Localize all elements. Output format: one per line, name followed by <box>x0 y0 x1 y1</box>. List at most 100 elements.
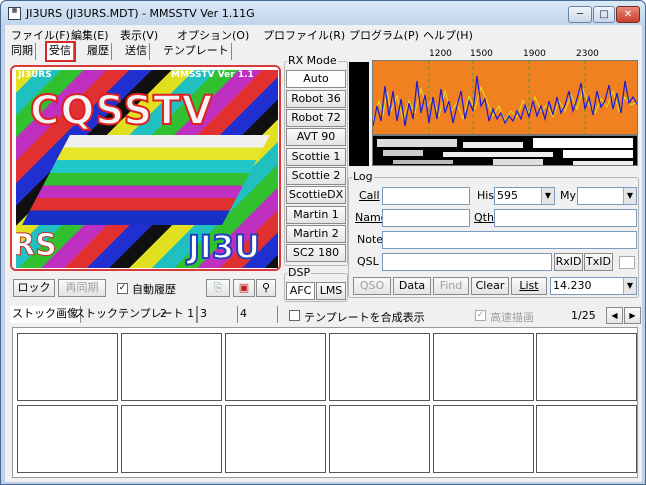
composite-checkbox[interactable] <box>289 310 300 321</box>
menu-edit[interactable]: 編集(E) <box>71 27 109 43</box>
tab-transmit[interactable]: 送信 <box>123 43 150 60</box>
note-label: Note <box>357 233 384 246</box>
main-window: ▦ JI3URS (JI3URS.MDT) - MMSSTV Ver 1.11G… <box>0 0 646 485</box>
chevron-down-icon[interactable]: ▼ <box>623 188 636 204</box>
find-button[interactable]: Find <box>433 277 469 295</box>
lock-button[interactable]: ロック <box>13 279 55 297</box>
level-meter <box>349 62 369 166</box>
freq-1200: 1200 <box>429 49 452 59</box>
composite-label: テンプレートを合成表示 <box>304 311 425 324</box>
stock-cell[interactable] <box>121 333 222 401</box>
stock-cell[interactable] <box>17 405 118 473</box>
qso-button[interactable]: QSO <box>353 277 391 295</box>
chevron-down-icon[interactable]: ▼ <box>623 278 636 294</box>
received-image[interactable]: JI3URS MMSSTV Ver 1.1 CQSSTV RS JI3U <box>16 70 278 268</box>
dsp-label: DSP <box>287 266 312 279</box>
page-indicator: 1/25 <box>571 309 596 322</box>
tab-history[interactable]: 履歴 <box>85 43 112 60</box>
menu-view[interactable]: 表示(V) <box>120 27 158 43</box>
zoom-icon[interactable]: ⚲ <box>256 279 276 297</box>
fast-draw-checkbox[interactable]: ✓ <box>475 310 486 321</box>
mode-avt90[interactable]: AVT 90 <box>286 128 346 146</box>
qth-input[interactable] <box>494 209 637 227</box>
stock-image-grid <box>12 327 638 478</box>
mode-auto[interactable]: Auto <box>286 70 346 88</box>
rbc-checkbox[interactable] <box>619 256 635 269</box>
stock-cell[interactable] <box>433 333 534 401</box>
menu-options[interactable]: オプション(O) <box>177 27 249 43</box>
waterfall[interactable] <box>372 135 638 166</box>
stock-cell[interactable] <box>329 405 430 473</box>
menu-help[interactable]: ヘルプ(H) <box>423 27 473 43</box>
tab-stock-template-3[interactable]: 3 <box>198 306 238 323</box>
clear-button[interactable]: Clear <box>471 277 509 295</box>
next-page-icon[interactable]: ▶ <box>624 307 641 324</box>
mode-scottie1[interactable]: Scottie 1 <box>286 148 346 166</box>
call-label: Call <box>359 189 380 202</box>
stock-cell[interactable] <box>433 405 534 473</box>
tab-stock-template-2[interactable]: 2 <box>158 306 198 323</box>
mode-sc2-180[interactable]: SC2 180 <box>286 244 346 262</box>
stock-cell[interactable] <box>536 405 637 473</box>
frequency-value: 14.230 <box>553 279 592 292</box>
mode-scottie2[interactable]: Scottie 2 <box>286 167 346 185</box>
call-input[interactable] <box>382 187 470 205</box>
mode-martin1[interactable]: Martin 1 <box>286 206 346 224</box>
list-button[interactable]: List <box>511 277 547 295</box>
stock-cell[interactable] <box>121 405 222 473</box>
chevron-down-icon[interactable]: ▼ <box>541 188 554 204</box>
qsl-label: QSL <box>357 255 379 268</box>
my-label: My <box>560 189 577 202</box>
note-input[interactable] <box>382 231 637 249</box>
menu-program[interactable]: プログラム(P) <box>349 27 419 43</box>
lms-button[interactable]: LMS <box>316 282 346 300</box>
freq-2300: 2300 <box>576 49 599 59</box>
app-icon: ▦ <box>8 7 21 20</box>
stock-cell[interactable] <box>17 333 118 401</box>
mode-robot72[interactable]: Robot 72 <box>286 109 346 127</box>
image-rs-text: RS <box>16 228 57 264</box>
image-callsign-small: JI3URS <box>18 70 52 80</box>
menu-bar: ファイル(F) 編集(E) 表示(V) オプション(O) プロファイル(R) プ… <box>5 25 642 42</box>
tab-stock-template-4[interactable]: 4 <box>238 306 278 323</box>
prev-page-icon[interactable]: ◀ <box>606 307 623 324</box>
tab-template[interactable]: テンプレート <box>161 43 232 60</box>
stock-cell[interactable] <box>225 333 326 401</box>
minimize-button[interactable]: ─ <box>568 6 592 23</box>
image-ji3u-text: JI3U <box>187 227 261 267</box>
menu-profile[interactable]: プロファイル(R) <box>263 27 345 43</box>
stock-cell[interactable] <box>536 333 637 401</box>
data-button[interactable]: Data <box>393 277 431 295</box>
mode-scottiedx[interactable]: ScottieDX <box>286 186 346 204</box>
color-bars <box>22 135 270 225</box>
fast-draw-label: 高速描画 <box>490 311 534 324</box>
his-select[interactable]: 595 ▼ <box>494 187 555 205</box>
resync-button[interactable]: 再同期 <box>58 279 106 297</box>
auto-history-label: 自動履歴 <box>132 283 176 296</box>
name-input[interactable] <box>382 209 470 227</box>
tab-sync[interactable]: 同期 <box>9 43 36 60</box>
auto-history-checkbox[interactable]: ✓ <box>117 283 128 294</box>
stock-cell[interactable] <box>329 333 430 401</box>
rxid-button[interactable]: RxID <box>554 253 583 271</box>
palette-icon[interactable]: ▣ <box>233 279 255 297</box>
afc-button[interactable]: AFC <box>286 282 315 300</box>
txid-button[interactable]: TxID <box>584 253 613 271</box>
maximize-button[interactable]: □ <box>593 6 615 23</box>
tab-receive[interactable]: 受信 <box>45 41 76 62</box>
qsl-input[interactable] <box>382 253 552 271</box>
my-select[interactable]: ▼ <box>577 187 637 205</box>
copy-icon[interactable]: ⎘ <box>206 279 230 297</box>
mode-robot36[interactable]: Robot 36 <box>286 90 346 108</box>
freq-1500: 1500 <box>470 49 493 59</box>
spectrum-scope[interactable] <box>372 60 638 135</box>
frequency-select[interactable]: 14.230 ▼ <box>550 277 637 295</box>
spectrum-trace <box>373 61 637 134</box>
stock-cell[interactable] <box>225 405 326 473</box>
menu-file[interactable]: ファイル(F) <box>11 27 70 43</box>
mode-martin2[interactable]: Martin 2 <box>286 225 346 243</box>
tab-stock-images[interactable]: ストック画像 <box>10 306 81 323</box>
freq-1900: 1900 <box>523 49 546 59</box>
his-label: His <box>477 189 495 202</box>
close-button[interactable]: ✕ <box>616 6 640 23</box>
